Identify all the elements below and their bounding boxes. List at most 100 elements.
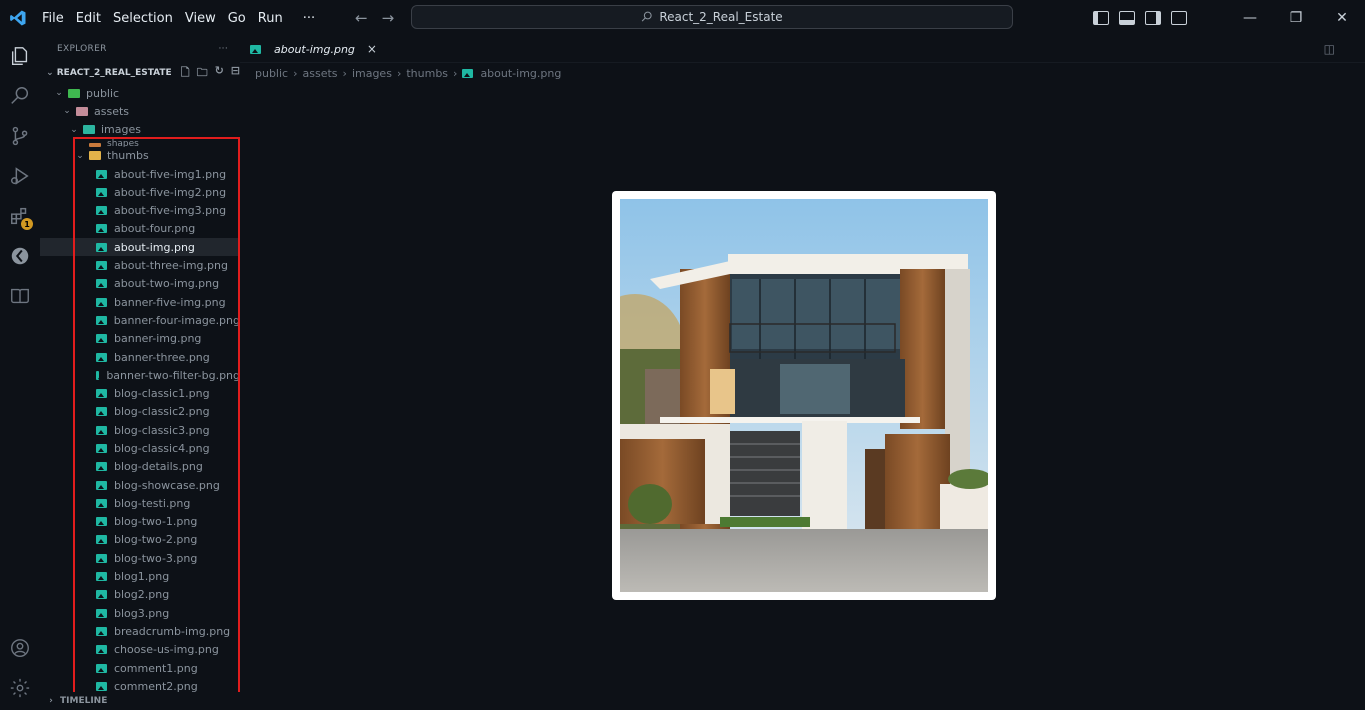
file-item[interactable]: blog1.png — [40, 567, 240, 585]
settings-gear-icon[interactable] — [0, 668, 40, 708]
breadcrumb-item[interactable]: public — [255, 67, 288, 80]
menu-go[interactable]: Go — [222, 11, 252, 26]
timeline-section[interactable]: › TIMELINE — [40, 692, 240, 710]
file-item[interactable]: blog-two-3.png — [40, 549, 240, 567]
collapse-all-icon[interactable]: ⊟ — [231, 64, 240, 83]
search-icon[interactable] — [0, 76, 40, 116]
project-root[interactable]: ⌄ REACT_2_REAL_ESTATE 🗋 🗀 ↻ ⊟ — [40, 62, 240, 84]
back-arrow-icon[interactable]: ← — [355, 9, 368, 27]
forward-arrow-icon[interactable]: → — [382, 9, 395, 27]
file-label: about-three-img.png — [114, 259, 228, 273]
close-tab-icon[interactable]: × — [367, 42, 377, 56]
tab-label: about-img.png — [274, 42, 355, 56]
toggle-primary-sidebar-icon[interactable] — [1093, 11, 1109, 25]
file-item[interactable]: about-five-img3.png — [40, 201, 240, 219]
toggle-secondary-sidebar-icon[interactable] — [1145, 11, 1161, 25]
file-item[interactable]: blog-classic1.png — [40, 384, 240, 402]
house-image — [620, 199, 988, 592]
refresh-icon[interactable]: ↻ — [215, 64, 224, 83]
file-item[interactable]: breadcrumb-img.png — [40, 622, 240, 640]
image-file-icon — [96, 370, 105, 380]
file-item[interactable]: blog-details.png — [40, 458, 240, 476]
file-item[interactable]: blog-two-1.png — [40, 513, 240, 531]
restore-icon[interactable]: ❐ — [1273, 0, 1319, 36]
remote-explorer-icon[interactable] — [0, 236, 40, 276]
breadcrumb: public › assets › images › thumbs › about-im… — [240, 63, 1365, 83]
file-item[interactable]: comment1.png — [40, 659, 240, 677]
file-label: about-five-img3.png — [114, 204, 227, 218]
menu-selection[interactable]: Selection — [107, 11, 179, 26]
file-item[interactable]: banner-five-img.png — [40, 293, 240, 311]
command-center-search[interactable]: React_2_Real_Estate — [411, 5, 1013, 29]
book-icon[interactable] — [0, 276, 40, 316]
close-window-icon[interactable]: ✕ — [1319, 0, 1365, 36]
folder-thumbs[interactable]: ⌄ thumbs — [40, 147, 240, 165]
folder-images[interactable]: ⌄ images — [40, 121, 240, 139]
file-item[interactable]: blog-two-2.png — [40, 531, 240, 549]
file-label: choose-us-img.png — [114, 643, 219, 657]
account-icon[interactable] — [0, 628, 40, 668]
file-item[interactable]: banner-img.png — [40, 330, 240, 348]
breadcrumb-item[interactable]: about-img.png — [480, 67, 561, 80]
tab-about-img[interactable]: about-img.png × — [240, 35, 387, 62]
breadcrumb-item[interactable]: assets — [303, 67, 338, 80]
file-item[interactable]: blog-classic2.png — [40, 403, 240, 421]
file-item[interactable]: banner-four-image.png — [40, 311, 240, 329]
file-item[interactable]: blog3.png — [40, 604, 240, 622]
file-item[interactable]: about-five-img2.png — [40, 183, 240, 201]
minimize-icon[interactable]: — — [1227, 0, 1273, 36]
file-item[interactable]: banner-two-filter-bg.png — [40, 366, 240, 384]
folder-shapes[interactable]: shapes — [40, 139, 240, 147]
file-item[interactable]: about-five-img1.png — [40, 165, 240, 183]
menu-run[interactable]: Run — [252, 11, 289, 26]
file-item[interactable]: choose-us-img.png — [40, 641, 240, 659]
file-item[interactable]: blog-testi.png — [40, 494, 240, 512]
file-item[interactable]: about-four.png — [40, 220, 240, 238]
menu-file[interactable]: File — [36, 11, 70, 26]
new-folder-icon[interactable]: 🗀 — [197, 64, 208, 83]
menu-edit[interactable]: Edit — [70, 11, 107, 26]
explorer-more-button[interactable]: ··· — [219, 44, 228, 54]
file-item[interactable]: about-img.png — [40, 238, 240, 257]
title-bar: File Edit Selection View Go Run ··· ← → … — [0, 0, 1365, 36]
run-debug-icon[interactable] — [0, 156, 40, 196]
image-file-icon — [96, 242, 107, 252]
file-label: about-img.png — [114, 240, 195, 254]
folder-assets[interactable]: ⌄ assets — [40, 102, 240, 120]
new-file-icon[interactable]: 🗋 — [181, 64, 190, 83]
file-label: blog-showcase.png — [114, 478, 220, 492]
file-item[interactable]: blog2.png — [40, 586, 240, 604]
split-editor-icon[interactable]: ◫ — [1324, 42, 1335, 56]
menu-more[interactable]: ··· — [297, 11, 321, 26]
image-file-icon — [96, 206, 107, 216]
explorer-icon[interactable] — [0, 36, 40, 76]
extensions-icon[interactable]: 1 — [0, 196, 40, 236]
image-file-icon — [96, 535, 107, 545]
image-file-icon — [96, 517, 107, 527]
file-item[interactable]: blog-classic4.png — [40, 439, 240, 457]
source-control-icon[interactable] — [0, 116, 40, 156]
file-label: comment2.png — [114, 679, 198, 693]
chevron-down-icon: ⌄ — [76, 150, 84, 161]
file-item[interactable]: blog-showcase.png — [40, 476, 240, 494]
image-file-icon — [96, 389, 107, 399]
image-file-icon — [96, 169, 107, 179]
explorer-title: EXPLORER — [57, 44, 107, 54]
folder-public[interactable]: ⌄ public — [40, 84, 240, 102]
breadcrumb-item[interactable]: thumbs — [406, 67, 448, 80]
customize-layout-icon[interactable] — [1171, 11, 1187, 25]
file-label: blog-two-1.png — [114, 515, 198, 529]
image-file-icon — [250, 44, 261, 54]
file-item[interactable]: blog-classic3.png — [40, 421, 240, 439]
image-file-icon — [96, 626, 107, 636]
file-item[interactable]: about-three-img.png — [40, 256, 240, 274]
image-file-icon — [96, 553, 107, 563]
image-file-icon — [96, 480, 107, 490]
search-icon — [642, 11, 652, 22]
menu-view[interactable]: View — [179, 11, 222, 26]
file-item[interactable]: banner-three.png — [40, 348, 240, 366]
toggle-panel-icon[interactable] — [1119, 11, 1135, 25]
folder-label: assets — [94, 104, 130, 118]
file-item[interactable]: about-two-img.png — [40, 275, 240, 293]
breadcrumb-item[interactable]: images — [352, 67, 392, 80]
